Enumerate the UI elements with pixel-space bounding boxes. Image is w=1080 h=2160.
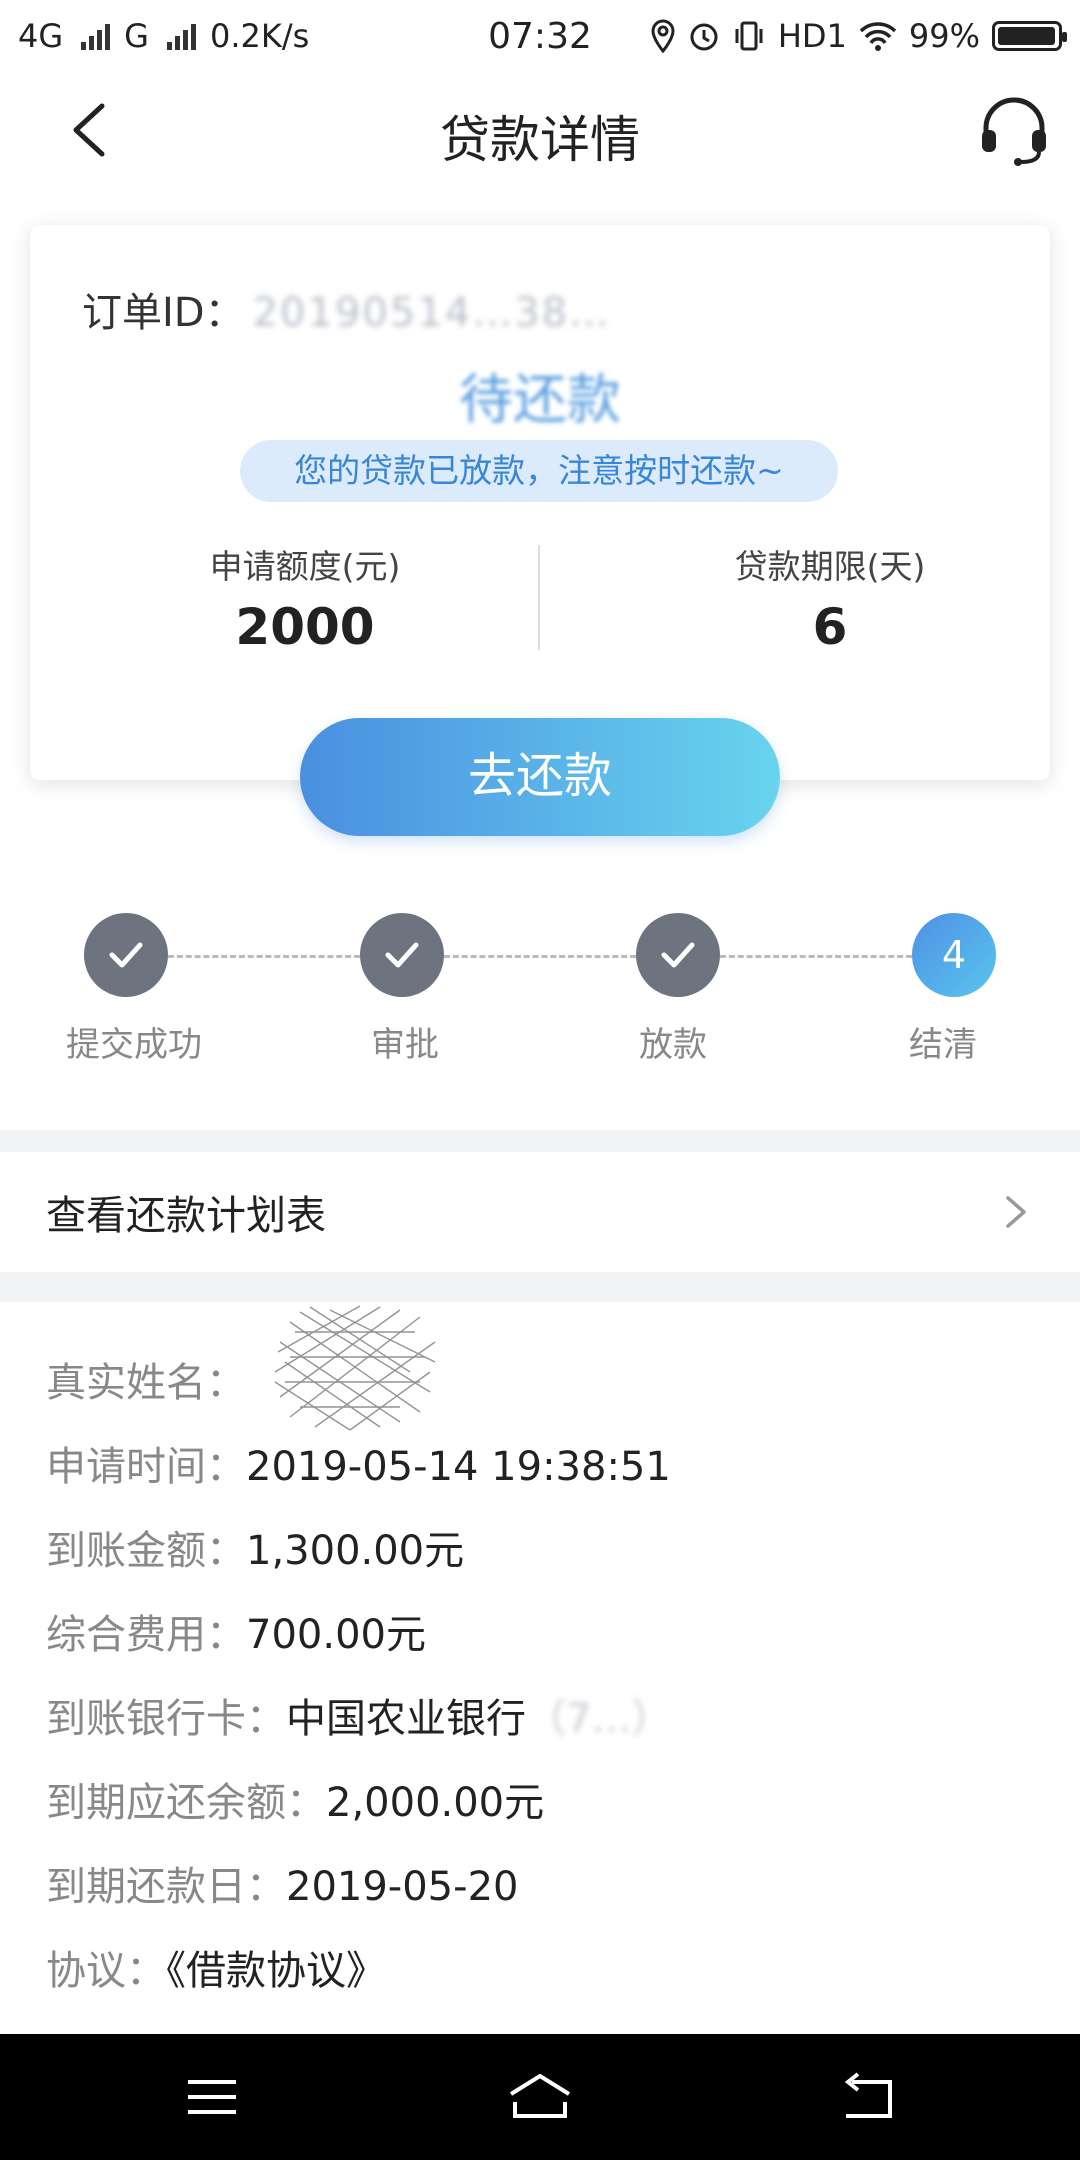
amount-stat: 申请额度(元) 2000 bbox=[125, 540, 485, 656]
order-id-value: 20190514…38… bbox=[252, 290, 612, 336]
term-label: 贷款期限(天) bbox=[734, 547, 926, 586]
stat-divider bbox=[538, 545, 540, 650]
due-amount-value: 2,000.00元 bbox=[326, 1780, 545, 1826]
system-nav-bar bbox=[0, 2034, 1080, 2160]
bank-label: 到账银行卡： bbox=[46, 1696, 286, 1742]
step-label-submitted: 提交成功 bbox=[66, 1025, 202, 1065]
arrival-amount-label: 到账金额： bbox=[46, 1528, 246, 1574]
repayment-schedule-row[interactable]: 查看还款计划表 bbox=[0, 1152, 1080, 1272]
fee-label: 综合费用： bbox=[46, 1612, 246, 1658]
network-type-2: G bbox=[124, 17, 149, 55]
name-label: 真实姓名： bbox=[46, 1360, 246, 1406]
loan-details: 真实姓名： 申请时间：2019-05-14 19:38:51 到账金额：1,30… bbox=[0, 1302, 1080, 2034]
amount-label: 申请额度(元) bbox=[209, 547, 401, 586]
detail-bank-row: 到账银行卡：中国农业银行（7…） bbox=[46, 1686, 671, 1744]
wifi-icon bbox=[859, 22, 897, 51]
alarm-icon bbox=[690, 23, 718, 51]
bank-card-suffix: （7…） bbox=[526, 1696, 672, 1742]
due-date-value: 2019-05-20 bbox=[286, 1864, 519, 1910]
schedule-label: 查看还款计划表 bbox=[46, 1193, 326, 1239]
detail-fee-row: 综合费用：700.00元 bbox=[46, 1602, 426, 1660]
due-date-label: 到期还款日： bbox=[46, 1864, 286, 1910]
agreement-label: 协议： bbox=[46, 1948, 166, 1994]
apply-time-label: 申请时间： bbox=[46, 1444, 246, 1490]
repay-button[interactable]: 去还款 bbox=[300, 718, 780, 836]
battery-percent: 99% bbox=[908, 17, 980, 55]
step-label-settled: 结清 bbox=[909, 1025, 977, 1065]
order-id-label: 订单ID： bbox=[82, 290, 245, 336]
back-icon[interactable] bbox=[838, 2072, 898, 2122]
signal-icon bbox=[81, 22, 111, 50]
nav-header: 贷款详情 bbox=[0, 72, 1080, 190]
term-stat: 贷款期限(天) 6 bbox=[650, 540, 1010, 656]
network-speed: 0.2K/s bbox=[209, 17, 310, 55]
signal-icon-2 bbox=[166, 22, 196, 50]
step-connector bbox=[444, 955, 636, 958]
detail-arrival-amount-row: 到账金额：1,300.00元 bbox=[46, 1518, 464, 1576]
loan-notice-badge: 您的贷款已放款，注意按时还款~ bbox=[240, 440, 838, 502]
redaction-scribble bbox=[274, 1305, 436, 1431]
detail-due-date-row: 到期还款日：2019-05-20 bbox=[46, 1854, 518, 1912]
step-connector bbox=[168, 955, 360, 958]
chevron-right-icon bbox=[1006, 1196, 1026, 1228]
step-connector bbox=[720, 955, 912, 958]
detail-agreement-row: 协议：《借款协议》 bbox=[46, 1938, 386, 1996]
step-label-review: 审批 bbox=[371, 1025, 439, 1065]
loan-status: 待还款 bbox=[459, 368, 621, 431]
step-4-number: 4 bbox=[912, 913, 996, 997]
network-type-1: 4G bbox=[18, 17, 64, 55]
step-label-disbursed: 放款 bbox=[639, 1025, 707, 1065]
location-icon bbox=[651, 19, 675, 53]
step-3-check-icon bbox=[636, 913, 720, 997]
detail-due-amount-row: 到期应还余额：2,000.00元 bbox=[46, 1770, 544, 1828]
step-1-check-icon bbox=[84, 913, 168, 997]
apply-time-value: 2019-05-14 19:38:51 bbox=[246, 1444, 671, 1490]
status-bar: 4G G 0.2K/s 07:32 HD1 99% bbox=[0, 0, 1080, 72]
amount-value: 2000 bbox=[235, 598, 375, 656]
headset-icon[interactable] bbox=[978, 94, 1050, 166]
loan-card: 订单ID： 20190514…38… 待还款 您的贷款已放款，注意按时还款~ 申请… bbox=[30, 225, 1050, 780]
arrival-amount-value: 1,300.00元 bbox=[246, 1528, 465, 1574]
detail-apply-time-row: 申请时间：2019-05-14 19:38:51 bbox=[46, 1434, 671, 1492]
hd-indicator: HD1 bbox=[777, 17, 847, 55]
due-amount-label: 到期应还余额： bbox=[46, 1780, 326, 1826]
order-id: 订单ID： 20190514…38… bbox=[82, 280, 611, 338]
detail-name-row: 真实姓名： bbox=[46, 1350, 246, 1408]
bank-value: 中国农业银行 bbox=[286, 1696, 526, 1742]
vibrate-icon bbox=[735, 21, 763, 51]
page-title: 贷款详情 bbox=[440, 111, 640, 169]
step-2-check-icon bbox=[360, 913, 444, 997]
progress-steps: 4 提交成功 审批 放款 结清 bbox=[0, 905, 1080, 1075]
battery-icon bbox=[992, 21, 1067, 51]
home-icon[interactable] bbox=[505, 2072, 575, 2122]
term-value: 6 bbox=[812, 598, 848, 656]
fee-value: 700.00元 bbox=[246, 1612, 426, 1658]
menu-icon[interactable] bbox=[182, 2072, 242, 2122]
agreement-link[interactable]: 《借款协议》 bbox=[166, 1948, 386, 1994]
